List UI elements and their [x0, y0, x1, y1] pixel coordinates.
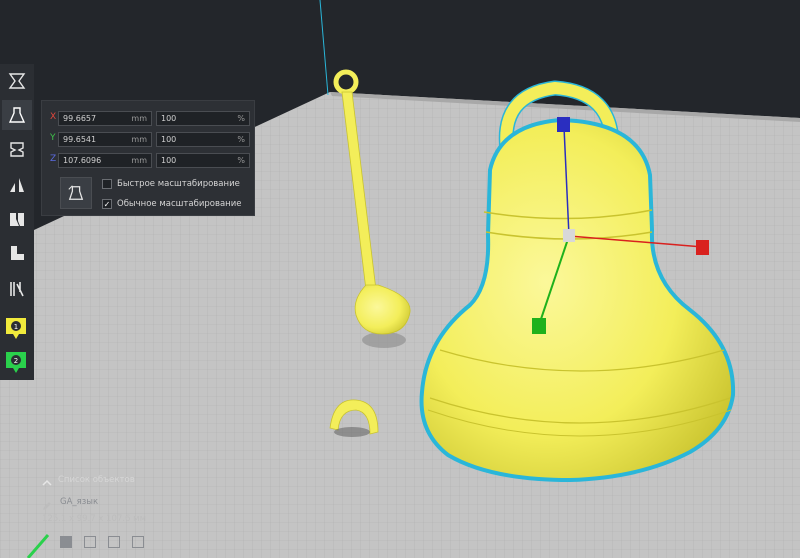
mirror-tool-button[interactable] [2, 170, 32, 200]
custom-supports-tool-button[interactable] [2, 274, 32, 304]
scale-icon [8, 107, 26, 123]
move-tool-button[interactable] [2, 66, 32, 96]
per-model-settings-tool-button[interactable] [2, 204, 32, 234]
scale-x-mm-input[interactable]: 99.6657 mm [58, 111, 152, 126]
rotate-icon [10, 142, 24, 157]
axis-label-x: X [50, 112, 57, 122]
lay-flat-button[interactable] [60, 177, 92, 209]
scale-handle-x[interactable] [696, 240, 709, 255]
top-view-icon[interactable] [108, 536, 120, 548]
left-view-icon[interactable] [132, 536, 144, 548]
scale-tool-button[interactable] [2, 100, 32, 130]
axis-label-z: Z [50, 154, 57, 164]
scale-x-percent-input[interactable]: 100% [156, 111, 250, 126]
object-name[interactable]: GA_язык [60, 497, 98, 507]
tool-sidebar: 1 2 [0, 64, 34, 380]
scale-row-y: Y 99.6541 mm 100% [48, 132, 250, 148]
uniform-scale-label: Обычное масштабирование [117, 199, 242, 209]
quick-scale-label: Быстрое масштабирование [117, 179, 240, 189]
support-blocker-tool-button[interactable] [2, 238, 32, 268]
view-buttons [60, 534, 160, 550]
support-blocker-icon [11, 246, 24, 260]
custom-supports-icon [10, 282, 24, 297]
pencil-icon[interactable] [42, 496, 52, 510]
scale-handle-y[interactable] [532, 318, 546, 334]
extruder-2-number: 2 [14, 357, 18, 365]
front-view-icon[interactable] [84, 536, 96, 548]
move-icon [8, 73, 26, 89]
object-dimensions: 125.1 x 99.7 x 107.6 мм [42, 514, 146, 524]
build-volume-axis-line [319, 0, 329, 96]
object-list-title[interactable]: Список объектов [58, 475, 135, 485]
extruder-1-number: 1 [14, 323, 18, 331]
scale-z-percent-input[interactable]: 100% [156, 153, 250, 168]
chevron-up-icon[interactable] [42, 473, 52, 486]
object-list-panel: Список объектов GA_язык 125.1 x 99.7 x 1… [38, 470, 238, 558]
per-model-settings-icon [10, 213, 24, 226]
extruder-1-badge[interactable]: 1 [5, 317, 27, 341]
scale-handle-center[interactable] [563, 229, 575, 242]
scale-z-mm-input[interactable]: 107.6096 mm [58, 153, 152, 168]
mirror-icon [10, 178, 24, 192]
scale-row-z: Z 107.6096 mm 100% [48, 153, 250, 169]
extruder-2-badge[interactable]: 2 [5, 351, 27, 375]
scale-handle-z[interactable] [557, 117, 570, 132]
lay-flat-icon [68, 185, 84, 200]
uniform-scale-checkbox[interactable]: ✓ [102, 199, 112, 209]
scale-row-x: X 99.6657 mm 100% [48, 111, 250, 127]
axis-label-y: Y [50, 133, 56, 143]
scale-tool-panel: X 99.6657 mm 100% Y 99.6541 mm 100% Z 107.… [41, 100, 255, 216]
quick-scale-checkbox[interactable] [102, 179, 112, 189]
3d-view-icon[interactable] [60, 536, 72, 548]
rotate-tool-button[interactable] [2, 134, 32, 164]
scale-y-mm-input[interactable]: 99.6541 mm [58, 132, 152, 147]
scale-y-percent-input[interactable]: 100% [156, 132, 250, 147]
